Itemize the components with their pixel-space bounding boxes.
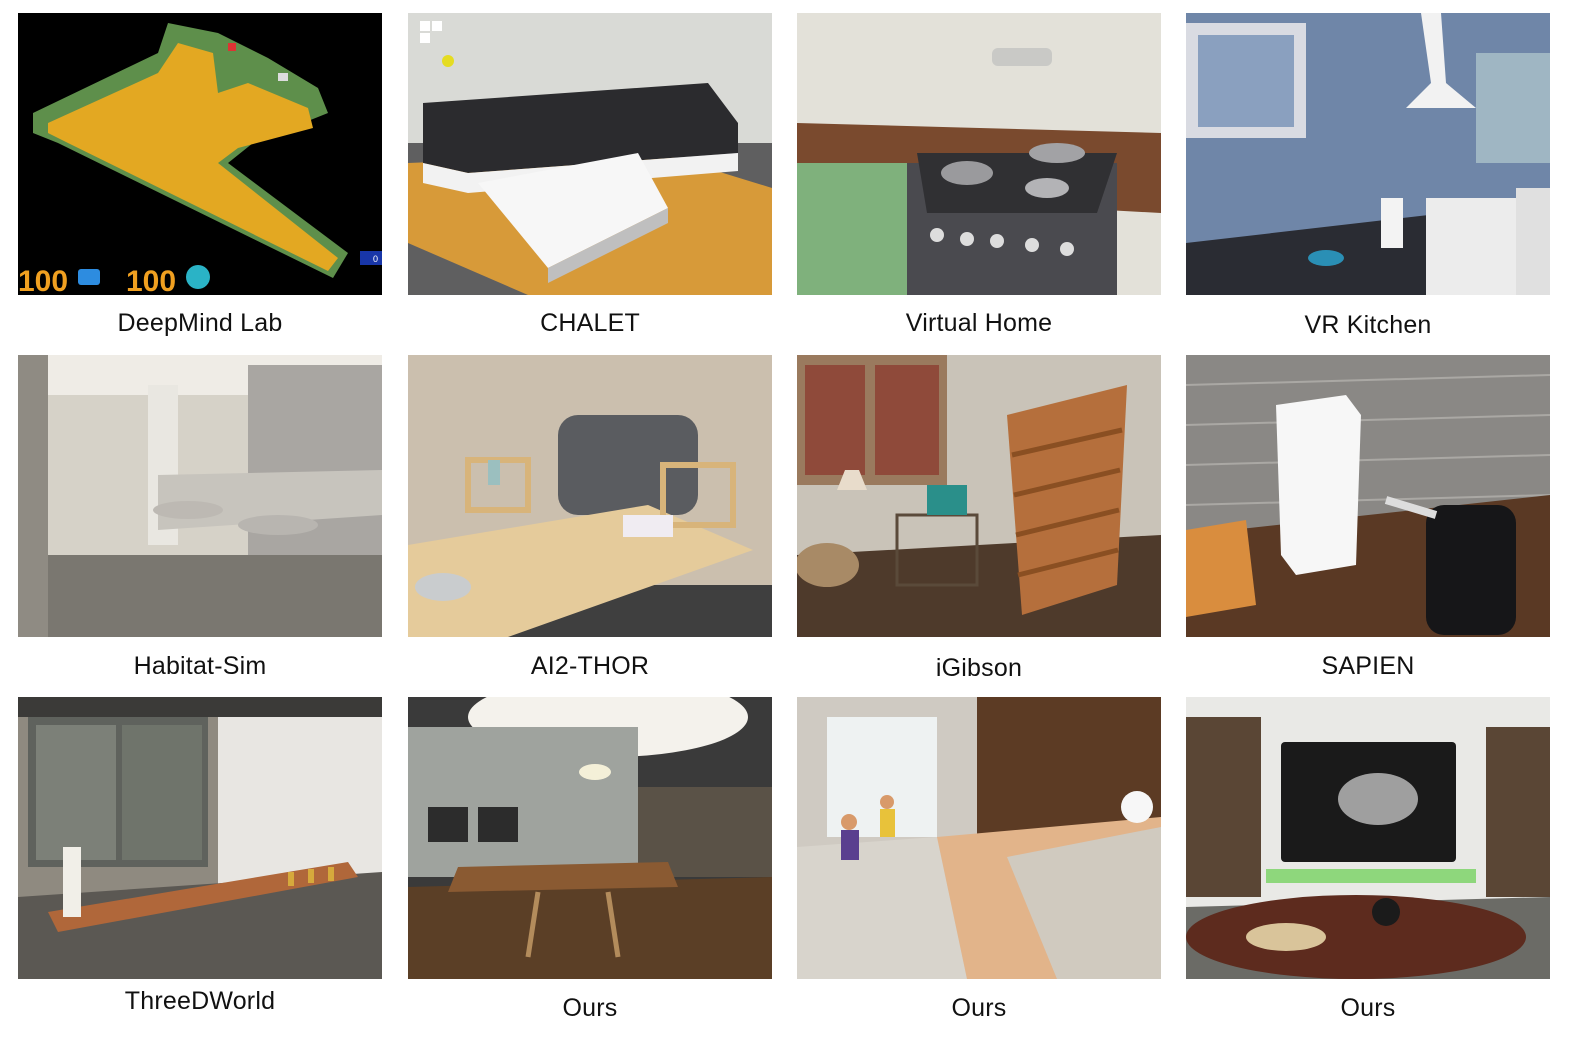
chalet-image (408, 13, 772, 295)
caption-deepmind-lab: DeepMind Lab (117, 309, 283, 337)
caption-virtual-home: Virtual Home (905, 309, 1053, 337)
habitat-sim-image (18, 355, 382, 637)
hud-right-value: 100 (126, 265, 176, 295)
vr-kitchen-image (1186, 13, 1550, 295)
caption-ours-1: Ours (562, 994, 618, 1022)
caption-sapien: SAPIEN (1321, 652, 1415, 680)
ours-living-room-image (1186, 697, 1550, 979)
ours-kitchen-image (408, 697, 772, 979)
ai2-thor-image (408, 355, 772, 637)
deepmind-lab-image: 100 100 0 (18, 13, 382, 295)
ours-cafe-image (797, 697, 1161, 979)
caption-ours-2: Ours (951, 994, 1007, 1022)
caption-vr-kitchen: VR Kitchen (1304, 311, 1432, 339)
virtual-home-image (797, 13, 1161, 295)
caption-ai2-thor: AI2-THOR (530, 652, 650, 680)
caption-chalet: CHALET (540, 309, 640, 337)
caption-igibson: iGibson (935, 654, 1023, 682)
caption-habitat-sim: Habitat-Sim (133, 652, 267, 680)
hud-box-value: 0 (373, 254, 378, 264)
hud-left-value: 100 (18, 265, 68, 295)
igibson-image (797, 355, 1161, 637)
sapien-image (1186, 355, 1550, 637)
caption-threedworld: ThreeDWorld (124, 987, 276, 1015)
threedworld-image (18, 697, 382, 979)
caption-ours-3: Ours (1340, 994, 1396, 1022)
